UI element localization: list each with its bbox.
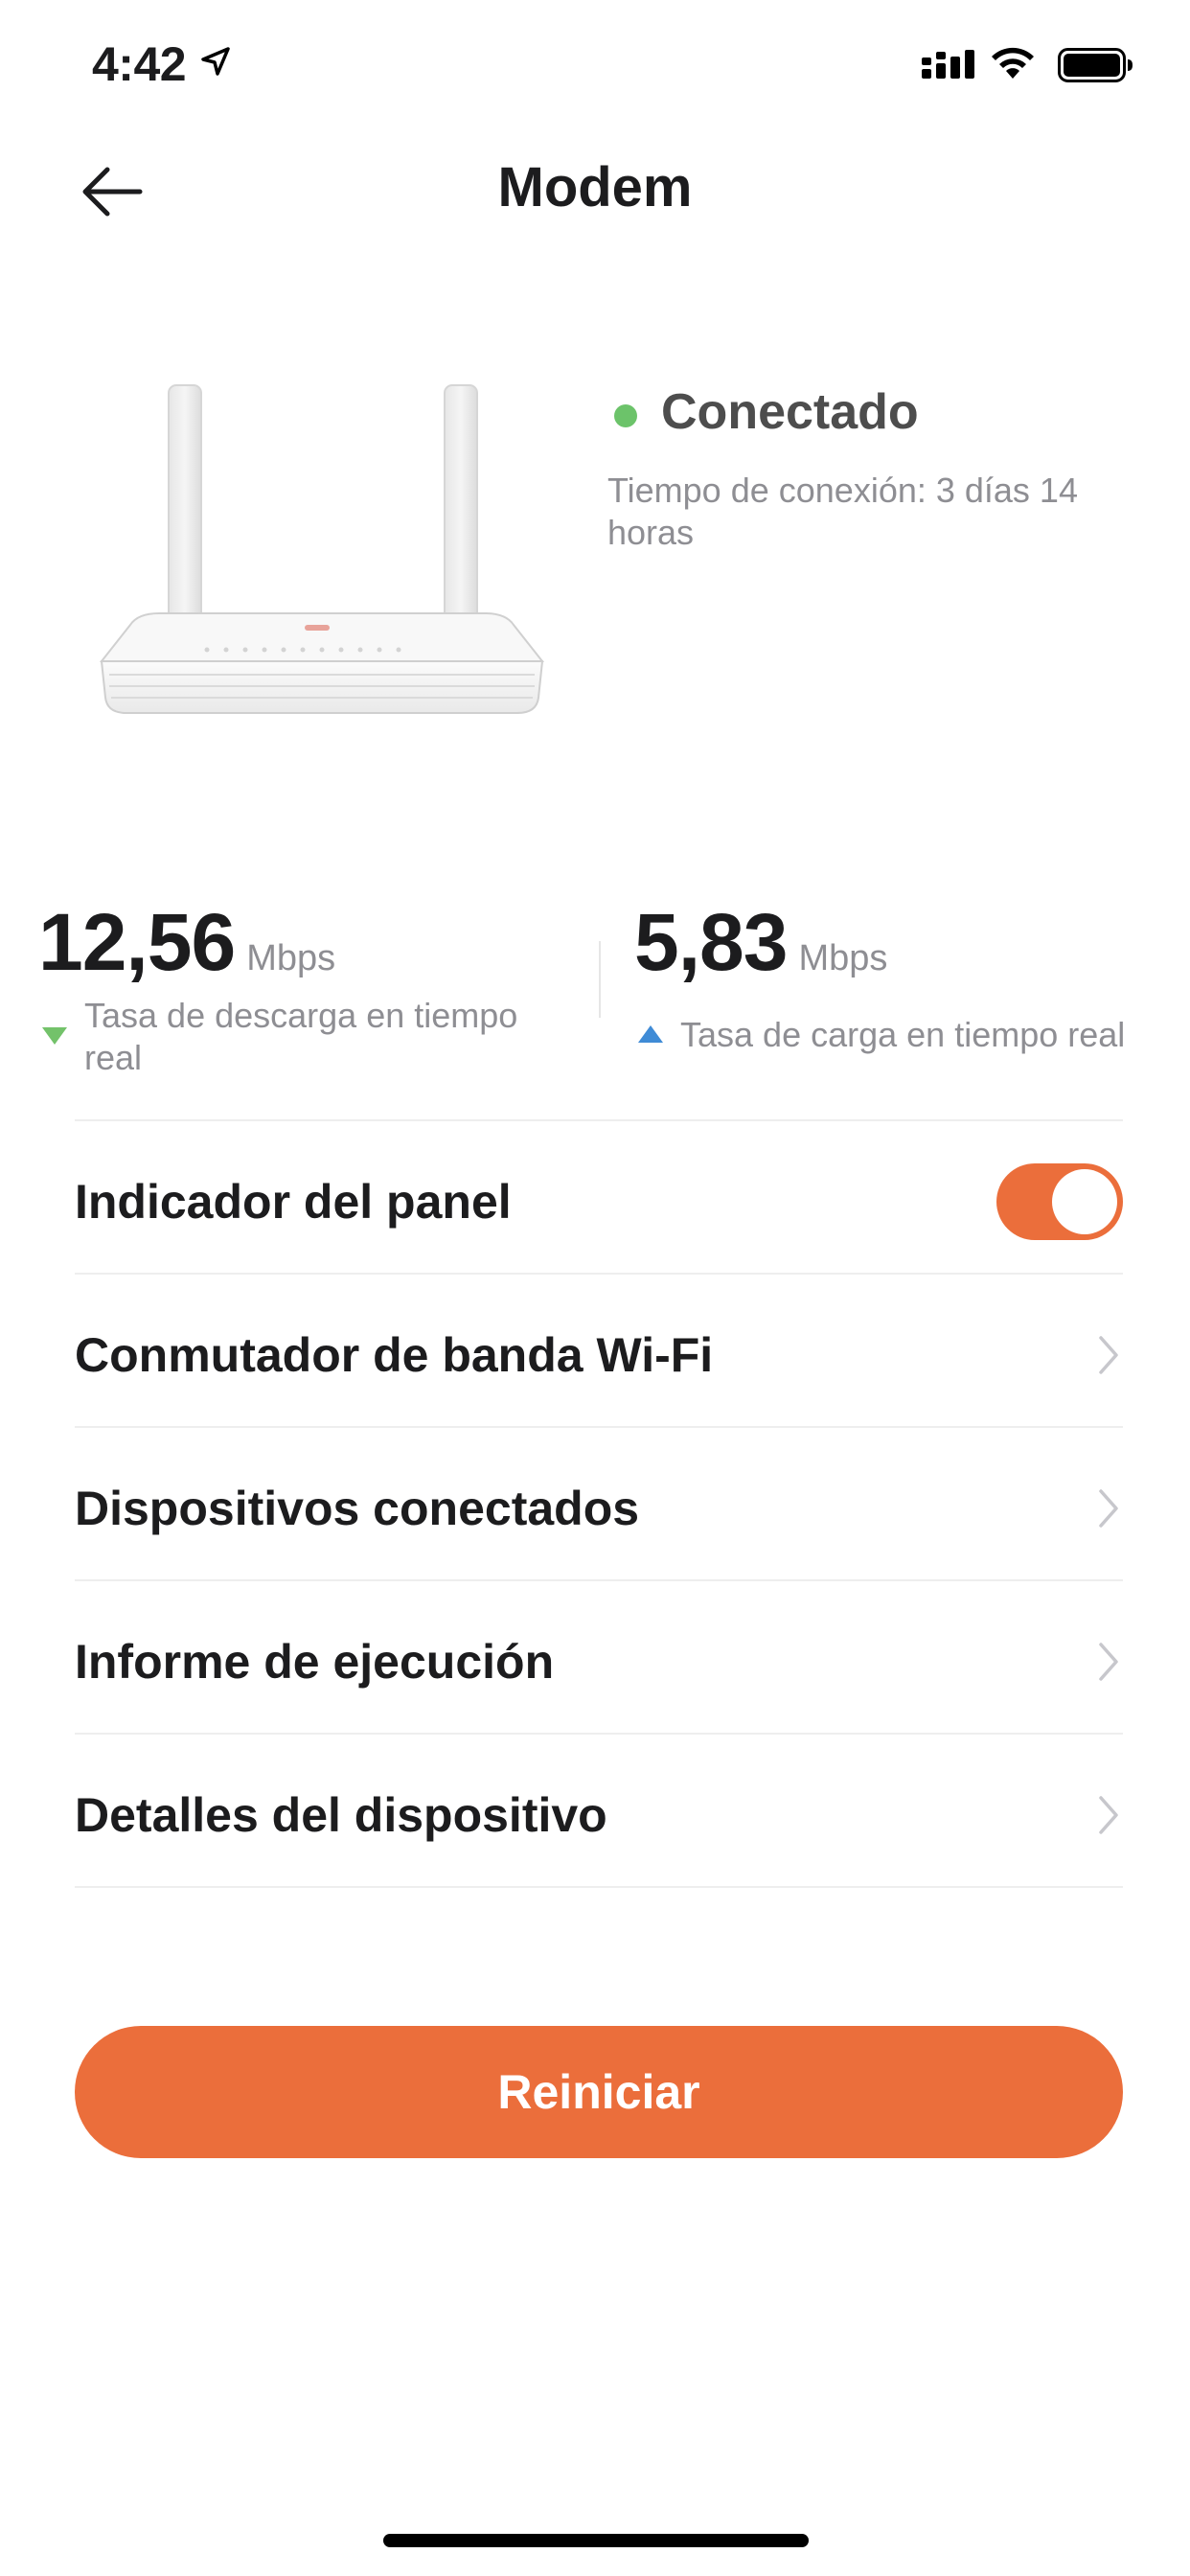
- chevron-right-icon: [1094, 1792, 1123, 1838]
- page-title: Modem: [497, 156, 693, 218]
- upload-speed-value: 5,83: [634, 897, 788, 987]
- download-speed-caption: Tasa de descarga en tiempo real: [84, 996, 518, 1077]
- panel-indicator-label: Indicador del panel: [75, 1175, 512, 1229]
- chevron-right-icon: [1094, 1332, 1123, 1378]
- connection-status: Conectado: [661, 384, 919, 440]
- restart-button[interactable]: Reiniciar: [75, 2026, 1123, 2158]
- triangle-up-icon: [638, 1025, 663, 1043]
- chevron-right-icon: [1094, 1639, 1123, 1685]
- list-divider: [75, 1886, 1123, 1888]
- home-indicator[interactable]: [383, 2534, 809, 2547]
- status-dot-icon: [614, 404, 637, 427]
- toggle-knob: [1052, 1169, 1117, 1234]
- restart-button-label: Reiniciar: [497, 2065, 700, 2119]
- status-bar: 4:42: [0, 0, 1190, 126]
- upload-speed-caption: Tasa de carga en tiempo real: [680, 1015, 1126, 1054]
- wifi-band-switch-row[interactable]: Conmutador de banda Wi-Fi: [75, 1279, 1123, 1431]
- download-speed-unit: Mbps: [246, 938, 336, 978]
- connection-uptime: Tiempo de conexión: 3 días 14 horas: [607, 471, 1078, 552]
- connected-devices-row[interactable]: Dispositivos conectados: [75, 1433, 1123, 1584]
- list-divider: [75, 1733, 1123, 1735]
- list-item-label: Conmutador de banda Wi-Fi: [75, 1328, 714, 1382]
- list-divider: [75, 1579, 1123, 1581]
- list-item-label: Informe de ejecución: [75, 1635, 555, 1689]
- list-divider: [75, 1426, 1123, 1428]
- speed-divider: [599, 941, 601, 1018]
- upload-speed: 5,83 Mbps: [634, 896, 887, 989]
- device-details-row[interactable]: Detalles del dispositivo: [75, 1739, 1123, 1891]
- list-divider: [75, 1119, 1123, 1121]
- execution-report-row[interactable]: Informe de ejecución: [75, 1586, 1123, 1737]
- wifi-icon: [992, 47, 1034, 79]
- panel-indicator-row: Indicador del panel: [75, 1126, 1123, 1277]
- list-item-label: Dispositivos conectados: [75, 1482, 640, 1535]
- upload-speed-unit: Mbps: [798, 938, 888, 978]
- list-divider: [75, 1273, 1123, 1275]
- download-speed: 12,56 Mbps: [38, 896, 335, 989]
- panel-indicator-toggle[interactable]: [996, 1163, 1123, 1240]
- cellular-signal-icon: [922, 50, 974, 79]
- list-item-label: Detalles del dispositivo: [75, 1788, 607, 1842]
- triangle-down-icon: [42, 1027, 67, 1045]
- chevron-right-icon: [1094, 1485, 1123, 1531]
- status-time: 4:42: [92, 37, 187, 91]
- download-speed-value: 12,56: [38, 897, 236, 987]
- location-arrow-icon: [201, 47, 230, 76]
- battery-icon: [1058, 48, 1133, 82]
- router-image: [99, 384, 545, 714]
